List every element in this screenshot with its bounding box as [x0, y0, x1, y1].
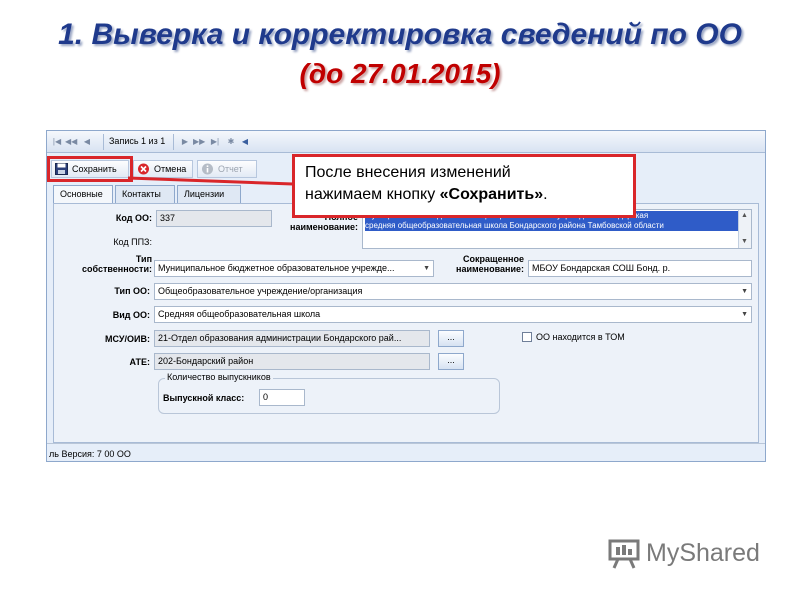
type-oo-value: Общеобразовательное учреждение/организац…	[158, 286, 363, 296]
tab-contacts[interactable]: Контакты	[115, 185, 175, 203]
chevron-down-icon[interactable]: ▼	[741, 284, 748, 299]
ate-label: АТЕ:	[129, 357, 150, 367]
prev-record-icon[interactable]: ◀	[81, 135, 93, 149]
myshared-logo: MyShared	[606, 537, 766, 571]
callout-connector	[128, 176, 293, 186]
ownership-value: Муниципальное бюджетное образовательное …	[158, 263, 395, 273]
callout-line1: После внесения изменений	[305, 164, 511, 181]
msu-label: МСУ/ОИВ:	[105, 334, 150, 344]
type-oo-select[interactable]: Общеобразовательное учреждение/организац…	[154, 283, 752, 300]
code-ppz-label: Код ППЗ:	[113, 237, 152, 247]
logo-text: MyShared	[646, 539, 760, 567]
tab-licenses[interactable]: Лицензии	[177, 185, 241, 203]
grad-class-label: Выпускной класс:	[163, 393, 245, 403]
ownership-label: Тип собственности:	[64, 254, 152, 274]
chevron-down-icon[interactable]: ▼	[741, 307, 748, 322]
short-name-field[interactable]: МБОУ Бондарская СОШ Бонд. р.	[528, 260, 752, 277]
next-page-icon[interactable]: ▶▶	[193, 135, 205, 149]
callout-line2: нажимаем кнопку «Сохранить».	[305, 184, 623, 206]
divider	[103, 134, 104, 150]
short-name-label: Сокращенное наименование:	[440, 254, 524, 274]
full-name-line2: средняя общеобразовательная школа Бондар…	[365, 221, 749, 231]
in-tom-label: ОО находится в ТОМ	[536, 332, 625, 342]
save-button[interactable]: Сохранить	[47, 156, 133, 182]
first-record-icon[interactable]: |◀	[51, 135, 63, 149]
code-oo-label: Код ОО:	[115, 213, 152, 223]
divider	[173, 134, 174, 150]
cancel-button-label: Отмена	[154, 164, 187, 174]
slide-title: 1. Выверка и корректировка сведений по О…	[58, 18, 742, 51]
scroll-up-icon[interactable]: ▲	[741, 211, 748, 221]
graduates-group: Количество выпускников Выпускной класс: …	[158, 372, 500, 414]
last-record-icon[interactable]: ▶|	[209, 135, 221, 149]
slide-deadline: (до 27.01.2015)	[299, 58, 501, 89]
next-record-icon[interactable]: ▶	[179, 135, 191, 149]
kind-oo-label: Вид ОО:	[112, 310, 150, 320]
short-name-label-line1: Сокращенное	[463, 254, 524, 264]
msu-browse-button[interactable]: ...	[438, 330, 464, 347]
cancel-icon	[138, 163, 149, 175]
presentation-board-icon	[608, 539, 640, 569]
callout-box: После внесения изменений нажимаем кнопку…	[292, 154, 636, 218]
tab-main[interactable]: Основные	[53, 185, 113, 204]
info-icon	[202, 163, 213, 175]
full-name-label-line2: наименование:	[290, 222, 358, 232]
graduates-group-title: Количество выпускников	[165, 372, 273, 382]
save-button-label: Сохранить	[72, 164, 117, 174]
ate-field[interactable]: 202-Бондарский район	[154, 353, 430, 370]
status-bar: ль Версия: 7 00 ОО	[47, 443, 765, 461]
ownership-select[interactable]: Муниципальное бюджетное образовательное …	[154, 260, 434, 277]
grad-class-field[interactable]: 0	[259, 389, 305, 406]
collapse-icon[interactable]: ◀	[239, 135, 251, 149]
report-button-label: Отчет	[218, 164, 243, 174]
kind-oo-value: Средняя общеобразовательная школа	[158, 309, 321, 319]
callout-save-emphasis: «Сохранить»	[439, 186, 544, 203]
floppy-disk-icon	[55, 163, 68, 175]
type-oo-label: Тип ОО:	[114, 286, 150, 296]
prev-page-icon[interactable]: ◀◀	[65, 135, 77, 149]
add-record-icon[interactable]: ✱	[225, 135, 237, 149]
record-counter: Запись 1 из 1	[109, 136, 166, 146]
code-oo-field[interactable]: 337	[156, 210, 272, 227]
in-tom-checkbox[interactable]	[522, 332, 532, 342]
ownership-label-line1: Тип	[135, 254, 152, 264]
callout-line2-prefix: нажимаем кнопку	[305, 186, 440, 203]
full-name-scrollbar[interactable]: ▲ ▼	[738, 210, 751, 248]
ownership-label-line2: собственности:	[82, 264, 152, 274]
record-navigator: |◀ ◀◀ ◀ Запись 1 из 1 ▶ ▶▶ ▶| ✱ ◀	[47, 131, 765, 153]
callout-line2-suffix: .	[543, 186, 548, 203]
msu-field[interactable]: 21-Отдел образования администрации Бонда…	[154, 330, 430, 347]
chevron-down-icon[interactable]: ▼	[423, 261, 430, 276]
ate-browse-button[interactable]: ...	[438, 353, 464, 370]
form-panel: Код ОО: 337 Код ППЗ: Полное наименование…	[53, 203, 759, 443]
kind-oo-select[interactable]: Средняя общеобразовательная школа ▼	[154, 306, 752, 323]
short-name-label-line2: наименование:	[456, 264, 524, 274]
scroll-down-icon[interactable]: ▼	[741, 237, 748, 247]
